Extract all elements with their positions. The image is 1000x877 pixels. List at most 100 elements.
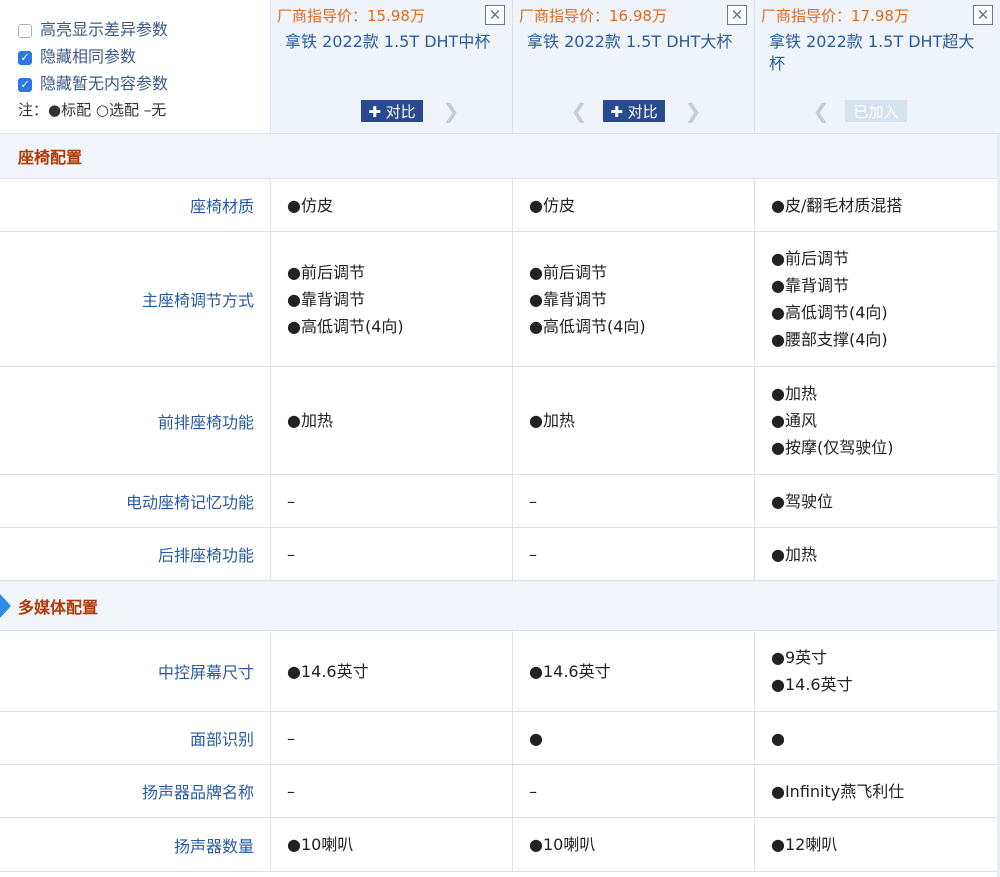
value-line: ●仿皮 [529, 195, 575, 215]
row-label: 前排座椅功能 [0, 367, 271, 474]
row-value: ●10喇叭 [271, 818, 513, 871]
value-line: – [529, 781, 537, 801]
value-line: ●靠背调节 [287, 289, 365, 309]
option-hide-same[interactable]: ✓ 隐藏相同参数 [18, 41, 270, 68]
table-row: 扬声器品牌名称 – – ●Infinity燕飞利仕 [0, 765, 1000, 818]
model-price: 厂商指导价：16.98万 [519, 7, 667, 25]
section-multimedia-config: 多媒体配置 [0, 581, 1000, 631]
compare-header: 高亮显示差异参数 ✓ 隐藏相同参数 ✓ 隐藏暂无内容参数 注：●标配 ○选配 –… [0, 0, 1000, 134]
model-price: 厂商指导价：15.98万 [277, 7, 425, 25]
value-line: ●加热 [287, 411, 333, 430]
value-line: ●14.6英寸 [287, 661, 369, 681]
compare-button[interactable]: ✚ 对比 [361, 100, 423, 122]
value-line: ●按摩(仅驾驶位) [771, 438, 894, 457]
row-value: ● [755, 712, 1000, 764]
model-column-1: 厂商指导价：15.98万 ✕ 拿铁 2022款 1.5T DHT中杯 ✚ 对比 … [271, 0, 513, 133]
row-value: – [271, 475, 513, 527]
close-icon[interactable]: ✕ [485, 5, 505, 25]
table-row: 面部识别 – ● ● [0, 712, 1000, 765]
value-line: ●高低调节(4向) [287, 316, 404, 336]
table-row: 扬声器数量 ●10喇叭 ●10喇叭 ●12喇叭 [0, 818, 1000, 872]
value-line: ●加热 [771, 544, 817, 564]
value-line: ●加热 [529, 411, 575, 430]
row-value: ●加热 [513, 367, 755, 474]
value-line: ●皮/翻毛材质混搭 [771, 195, 903, 215]
row-label: 座椅材质 [0, 179, 271, 231]
model-actions: ❮ ✚ 对比 ❯ [513, 98, 754, 124]
value-line: ●10喇叭 [287, 835, 354, 854]
checkbox-highlight-diff[interactable] [18, 23, 32, 38]
row-value: – [271, 712, 513, 764]
legend-note: 注：●标配 ○选配 –无 [18, 100, 167, 119]
row-value: ●仿皮 [513, 179, 755, 231]
value-line: ●高低调节(4向) [771, 303, 888, 322]
row-value: – [513, 528, 755, 580]
row-value: ●前后调节 ●靠背调节 ●高低调节(4向) [513, 232, 755, 366]
chevron-right-icon[interactable]: ❯ [683, 98, 703, 124]
close-icon[interactable]: ✕ [727, 5, 747, 25]
display-options: 高亮显示差异参数 ✓ 隐藏相同参数 ✓ 隐藏暂无内容参数 注：●标配 ○选配 –… [0, 0, 271, 133]
row-value: ● [513, 712, 755, 764]
row-value: ●10喇叭 [513, 818, 755, 871]
model-name[interactable]: 拿铁 2022款 1.5T DHT大杯 [519, 31, 754, 53]
option-hide-empty[interactable]: ✓ 隐藏暂无内容参数 [18, 68, 270, 95]
row-value: ●12喇叭 [755, 818, 1000, 871]
value-line: – [287, 544, 295, 564]
table-row: 前排座椅功能 ●加热 ●加热 ●加热 ●通风 ●按摩(仅驾驶位) [0, 367, 1000, 475]
model-name[interactable]: 拿铁 2022款 1.5T DHT超大杯 [761, 31, 1000, 75]
section-title: 多媒体配置 [18, 597, 99, 617]
value-line: – [529, 491, 537, 511]
row-label: 扬声器品牌名称 [0, 765, 271, 817]
value-line: ● [529, 728, 543, 748]
table-row: 后排座椅功能 – – ●加热 [0, 528, 1000, 581]
option-label: 高亮显示差异参数 [40, 19, 169, 39]
row-label: 电动座椅记忆功能 [0, 475, 271, 527]
close-icon[interactable]: ✕ [973, 5, 993, 25]
value-line: ●仿皮 [287, 195, 333, 215]
row-value: ●9英寸 ●14.6英寸 [755, 631, 1000, 711]
row-value: ●仿皮 [271, 179, 513, 231]
added-button: 已加入 [845, 100, 907, 122]
row-value: – [513, 765, 755, 817]
value-line: ●9英寸 [771, 648, 828, 667]
value-line: ●前后调节 [287, 262, 365, 282]
option-label: 隐藏暂无内容参数 [40, 73, 169, 93]
row-label: 扬声器数量 [0, 818, 271, 871]
value-line: ●前后调节 [529, 262, 607, 282]
checkbox-hide-empty[interactable]: ✓ [18, 77, 32, 92]
value-line: ● [771, 728, 785, 748]
value-line: ●驾驶位 [771, 491, 833, 511]
value-line: ●通风 [771, 411, 817, 430]
compare-button[interactable]: ✚ 对比 [603, 100, 665, 122]
row-value: ●加热 [755, 528, 1000, 580]
model-actions: ❮ 已加入 [755, 98, 1000, 124]
model-price: 厂商指导价：17.98万 [761, 7, 909, 25]
value-line: – [287, 781, 295, 801]
chevron-left-icon[interactable]: ❮ [569, 98, 589, 124]
model-column-3: 厂商指导价：17.98万 ✕ 拿铁 2022款 1.5T DHT超大杯 ❮ 已加… [755, 0, 1000, 133]
option-highlight-diff[interactable]: 高亮显示差异参数 [18, 14, 270, 41]
value-line: ●前后调节 [771, 249, 849, 268]
model-name[interactable]: 拿铁 2022款 1.5T DHT中杯 [277, 31, 512, 53]
row-value: – [271, 765, 513, 817]
table-row: 中控屏幕尺寸 ●14.6英寸 ●14.6英寸 ●9英寸 ●14.6英寸 [0, 631, 1000, 712]
row-value: ●14.6英寸 [271, 631, 513, 711]
row-value: ●14.6英寸 [513, 631, 755, 711]
value-line: – [287, 728, 295, 748]
model-column-2: 厂商指导价：16.98万 ✕ 拿铁 2022款 1.5T DHT大杯 ❮ ✚ 对… [513, 0, 755, 133]
chevron-left-icon[interactable]: ❮ [811, 98, 831, 124]
row-value: ●前后调节 ●靠背调节 ●高低调节(4向) ●腰部支撑(4向) [755, 232, 1000, 366]
value-line: ●靠背调节 [529, 289, 607, 309]
table-row: 电动座椅记忆功能 – – ●驾驶位 [0, 475, 1000, 528]
section-seat-config: 座椅配置 [0, 134, 1000, 179]
row-value: ●加热 [271, 367, 513, 474]
row-value: – [271, 528, 513, 580]
checkbox-hide-same[interactable]: ✓ [18, 50, 32, 65]
value-line: ●腰部支撑(4向) [771, 330, 888, 349]
value-line: ●Infinity燕飞利仕 [771, 781, 905, 801]
value-line: ●靠背调节 [771, 276, 849, 295]
value-line: ●14.6英寸 [771, 675, 853, 694]
row-label: 主座椅调节方式 [0, 232, 271, 366]
section-marker-icon [0, 593, 11, 618]
chevron-right-icon[interactable]: ❯ [441, 98, 461, 124]
